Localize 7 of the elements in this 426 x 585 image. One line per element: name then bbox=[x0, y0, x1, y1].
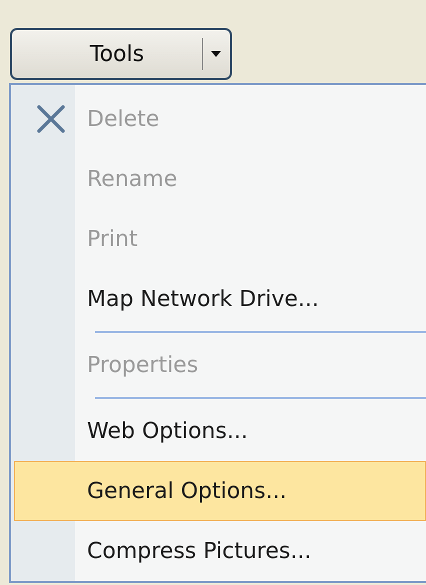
delete-icon bbox=[36, 104, 66, 134]
menu-item[interactable]: Map Network Drive... bbox=[14, 269, 426, 329]
menu-item[interactable]: General Options... bbox=[14, 461, 426, 521]
menu-item[interactable]: Compress Pictures... bbox=[14, 521, 426, 581]
dropdown-arrow-icon bbox=[210, 50, 222, 58]
tools-button[interactable]: Tools bbox=[10, 28, 232, 80]
menu-item[interactable]: Web Options... bbox=[14, 401, 426, 461]
